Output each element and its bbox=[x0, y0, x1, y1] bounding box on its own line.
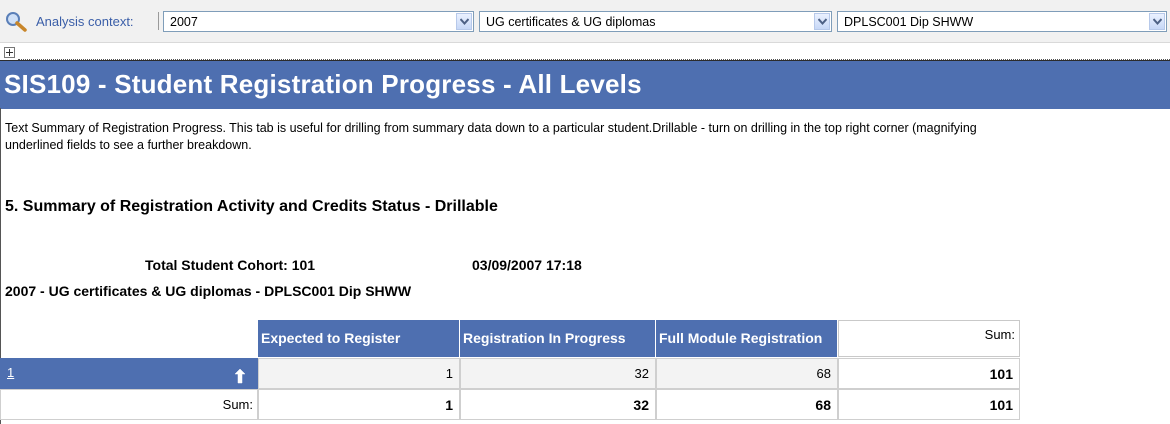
expand-icon[interactable] bbox=[4, 47, 15, 58]
grand-total-cell: 101 bbox=[838, 389, 1020, 420]
programme-select[interactable]: DPLSC001 Dip SHWW bbox=[837, 11, 1167, 32]
sum-column-header: Sum: bbox=[838, 320, 1020, 357]
report-title: SIS109 - Student Registration Progress -… bbox=[4, 69, 642, 99]
analysis-context-label: Analysis context: bbox=[36, 14, 134, 29]
chevron-down-icon[interactable] bbox=[1149, 13, 1165, 30]
sum-cell: 32 bbox=[460, 389, 656, 420]
magnifier-icon[interactable] bbox=[4, 11, 28, 33]
sum-row-label: Sum: bbox=[0, 389, 258, 420]
section-title: 5. Summary of Registration Activity and … bbox=[5, 198, 498, 215]
programme-type-select-value: UG certificates & UG diplomas bbox=[486, 15, 656, 29]
row-drill-link[interactable]: 1 bbox=[7, 358, 14, 388]
report-banner: SIS109 - Student Registration Progress -… bbox=[0, 60, 1170, 109]
report-timestamp: 03/09/2007 17:18 bbox=[472, 257, 582, 273]
programme-type-select[interactable]: UG certificates & UG diplomas bbox=[479, 11, 832, 32]
column-header: Full Module Registration bbox=[656, 320, 838, 357]
chevron-down-icon[interactable] bbox=[814, 13, 830, 30]
table-cell[interactable]: 68 bbox=[656, 358, 838, 389]
table-cell[interactable]: 1 bbox=[258, 358, 460, 389]
analysis-context-bar: Analysis context: 2007 UG certificates &… bbox=[0, 0, 1170, 43]
programme-select-value: DPLSC001 Dip SHWW bbox=[844, 15, 974, 29]
year-select-value: 2007 bbox=[170, 15, 198, 29]
table-cell[interactable]: 32 bbox=[460, 358, 656, 389]
year-select[interactable]: 2007 bbox=[163, 11, 474, 32]
column-header: Expected to Register bbox=[258, 320, 460, 357]
report-description: Text Summary of Registration Progress. T… bbox=[5, 120, 1170, 154]
description-line: underlined fields to see a further break… bbox=[5, 138, 252, 152]
chevron-down-icon[interactable] bbox=[456, 13, 472, 30]
sum-cell: 68 bbox=[656, 389, 838, 420]
description-line: Text Summary of Registration Progress. T… bbox=[5, 121, 977, 135]
column-header: Registration In Progress bbox=[460, 320, 656, 357]
row-header: 1 bbox=[0, 358, 258, 389]
context-line: 2007 - UG certificates & UG diplomas - D… bbox=[5, 283, 412, 299]
toolbar-separator bbox=[158, 12, 159, 30]
total-cohort: Total Student Cohort: 101 bbox=[145, 257, 316, 273]
row-sum-cell: 101 bbox=[838, 358, 1020, 389]
sum-cell: 1 bbox=[258, 389, 460, 420]
